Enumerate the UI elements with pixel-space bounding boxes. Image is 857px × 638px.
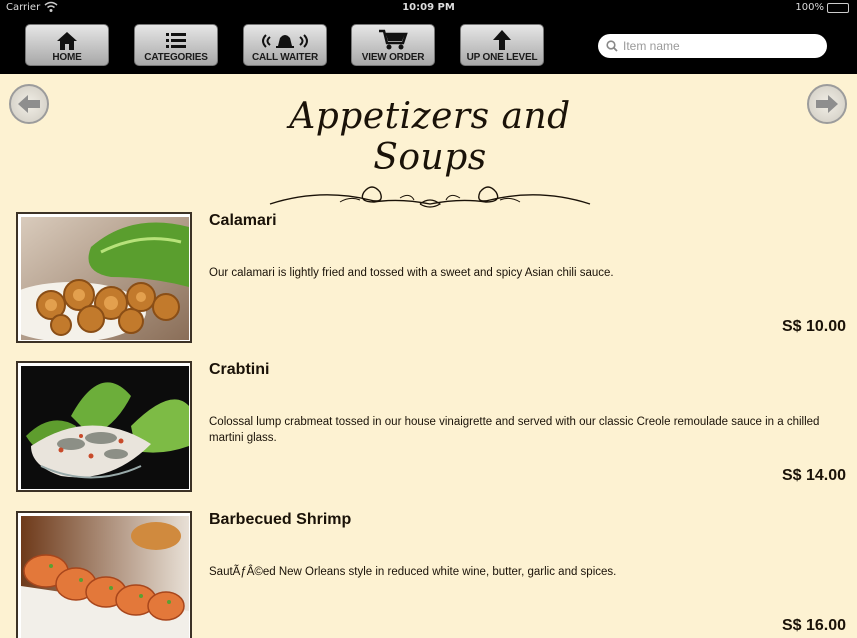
flourish-ornament — [269, 186, 591, 208]
item-price: S$ 16.00 — [781, 617, 846, 634]
up-one-level-button-label: UP ONE LEVEL — [466, 52, 538, 63]
search-input[interactable] — [623, 39, 813, 53]
menu-item[interactable]: Crabtini Colossal lump crabmeat tossed i… — [16, 361, 846, 501]
categories-button[interactable]: CATEGORIES — [134, 24, 218, 66]
battery-icon — [827, 2, 849, 13]
call-waiter-button-label: CALL WAITER — [252, 52, 318, 63]
page-title: Appetizers and Soups — [289, 96, 571, 178]
view-order-button-label: VIEW ORDER — [361, 52, 425, 63]
item-name: Crabtini — [209, 361, 270, 378]
item-description: Our calamari is lightly fried and tossed… — [209, 267, 614, 279]
item-price: S$ 14.00 — [781, 467, 846, 484]
view-order-button[interactable]: VIEW ORDER — [351, 24, 435, 66]
home-button-label: HOME — [52, 52, 82, 63]
battery-percent: 100% — [795, 2, 824, 13]
bell-icon — [262, 34, 308, 48]
home-icon — [57, 32, 77, 50]
search-icon — [606, 40, 618, 52]
arrow-right-icon — [816, 95, 838, 113]
item-photo — [16, 212, 192, 343]
clock: 10:09 PM — [402, 2, 455, 13]
arrow-up-icon — [493, 30, 511, 50]
status-bar: Carrier 10:09 PM 100% — [0, 0, 857, 16]
home-button[interactable]: HOME — [25, 24, 109, 66]
item-description: Colossal lump crabmeat tossed in our hou… — [209, 416, 820, 444]
category-title-banner: Appetizers and Soups — [250, 96, 610, 208]
toolbar: HOME CATEGORIES CALL WAITER VIEW ORDER U… — [0, 16, 857, 74]
item-description: SautÃƒÂ©ed New Orleans style in reduced … — [209, 566, 617, 578]
cart-icon — [379, 29, 408, 50]
item-photo — [16, 361, 192, 492]
up-one-level-button[interactable]: UP ONE LEVEL — [460, 24, 544, 66]
list-icon — [166, 33, 186, 48]
next-category-button[interactable] — [807, 84, 847, 124]
battery-indicator: 100% — [795, 2, 849, 13]
item-photo — [16, 511, 192, 638]
item-name: Calamari — [209, 212, 277, 229]
arrow-left-icon — [18, 95, 40, 113]
call-waiter-button[interactable]: CALL WAITER — [243, 24, 327, 66]
item-name: Barbecued Shrimp — [209, 511, 352, 528]
categories-button-label: CATEGORIES — [144, 52, 208, 63]
menu-item[interactable]: Calamari Our calamari is lightly fried a… — [16, 212, 846, 352]
item-price: S$ 10.00 — [781, 318, 846, 335]
menu-item[interactable]: Barbecued Shrimp SautÃƒÂ©ed New Orleans … — [16, 511, 846, 638]
previous-category-button[interactable] — [9, 84, 49, 124]
search-field[interactable] — [598, 34, 827, 58]
